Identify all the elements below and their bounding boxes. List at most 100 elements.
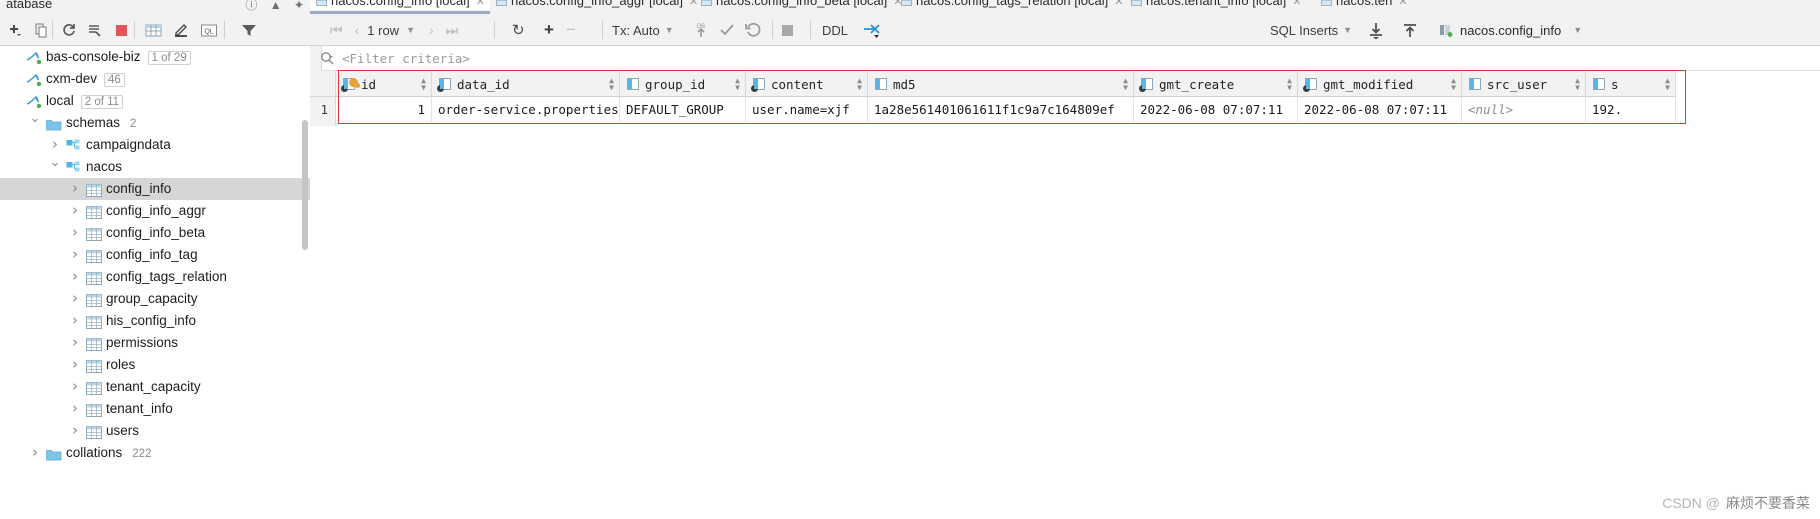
- sidebar-scrollbar[interactable]: [302, 120, 308, 250]
- download-icon[interactable]: [1366, 21, 1386, 39]
- chevron-down-icon[interactable]: ▼: [406, 25, 415, 35]
- close-icon[interactable]: ✕: [1398, 0, 1407, 8]
- row-number[interactable]: 1: [310, 97, 335, 122]
- tree-item-roles[interactable]: › roles: [0, 354, 310, 376]
- submit-to-db-icon[interactable]: DB: [692, 21, 710, 39]
- sort-arrows-icon[interactable]: ▲ ▼: [1123, 77, 1128, 92]
- chevron-right-icon[interactable]: ›: [68, 376, 82, 396]
- commit-icon[interactable]: [718, 21, 736, 39]
- editor-tab-3[interactable]: nacos.config_tags_relation [local] ✕: [895, 0, 1125, 10]
- tree-item-nacos[interactable]: ⌄ nacos: [0, 156, 310, 178]
- sort-arrows-icon[interactable]: ▲ ▼: [609, 77, 614, 92]
- cell-src_user[interactable]: <null>: [1462, 97, 1586, 122]
- column-header-src_user[interactable]: src_user ▲ ▼: [1462, 71, 1586, 97]
- column-header-content[interactable]: content ▲ ▼: [746, 71, 868, 97]
- tree-item-permissions[interactable]: › permissions: [0, 332, 310, 354]
- collapse-icon[interactable]: ▲: [270, 0, 282, 12]
- tree-item-tenant_capacity[interactable]: › tenant_capacity: [0, 376, 310, 398]
- column-header-gmt_modified[interactable]: gmt_modified ▲ ▼: [1298, 71, 1462, 97]
- chevron-right-icon[interactable]: ›: [68, 310, 82, 330]
- tree-item-local[interactable]: local 2 of 11: [0, 90, 310, 112]
- search-icon[interactable]: [320, 51, 334, 65]
- chevron-right-icon[interactable]: ›: [68, 332, 82, 352]
- filter-input[interactable]: <Filter criteria>: [342, 46, 470, 71]
- chevron-right-icon[interactable]: ›: [68, 354, 82, 374]
- close-icon[interactable]: ✕: [1114, 0, 1123, 8]
- sort-arrows-icon[interactable]: ▲ ▼: [1665, 77, 1670, 92]
- export-format-label[interactable]: SQL Inserts: [1270, 23, 1338, 38]
- filter-bar[interactable]: <Filter criteria>: [310, 46, 1820, 71]
- chevron-right-icon[interactable]: ›: [68, 288, 82, 308]
- chevron-right-icon[interactable]: ›: [48, 134, 62, 154]
- sync-settings-icon[interactable]: [84, 19, 106, 41]
- cell-data_id[interactable]: order-service.properties: [432, 97, 620, 122]
- column-header-md5[interactable]: md5 ▲ ▼: [868, 71, 1134, 97]
- chevron-right-icon[interactable]: ›: [68, 420, 82, 440]
- editor-tab-0[interactable]: nacos.config_info [local] ✕: [310, 0, 490, 10]
- tree-item-schemas[interactable]: ⌄ schemas 2: [0, 112, 310, 134]
- pin-icon[interactable]: ✦: [294, 0, 304, 12]
- sort-arrows-icon[interactable]: ▲ ▼: [1575, 77, 1580, 92]
- delete-row-button[interactable]: −: [560, 20, 582, 40]
- refresh-icon[interactable]: [58, 19, 80, 41]
- chevron-right-icon[interactable]: ›: [68, 178, 82, 198]
- modify-icon[interactable]: [170, 19, 192, 41]
- transaction-mode-label[interactable]: Tx: Auto: [612, 23, 660, 38]
- copy-icon[interactable]: [30, 19, 52, 41]
- cell-md5[interactable]: 1a28e561401061611f1c9a7c164809ef: [868, 97, 1134, 122]
- tree-item-config_info_aggr[interactable]: › config_info_aggr: [0, 200, 310, 222]
- tree-item-config_info_tag[interactable]: › config_info_tag: [0, 244, 310, 266]
- stop-icon[interactable]: [110, 19, 132, 41]
- tree-item-tenant_info[interactable]: › tenant_info: [0, 398, 310, 420]
- column-header-s[interactable]: s ▲ ▼: [1586, 71, 1676, 97]
- cell-content[interactable]: user.name=xjf: [746, 97, 868, 122]
- sort-arrows-icon[interactable]: ▲ ▼: [421, 77, 426, 92]
- cell-s[interactable]: 192.: [1586, 97, 1676, 122]
- editor-tab-4[interactable]: nacos.tenant_info [local] ✕: [1125, 0, 1315, 10]
- tree-item-config_tags_relation[interactable]: › config_tags_relation: [0, 266, 310, 288]
- page-size-label[interactable]: 1 row: [365, 23, 401, 38]
- cell-gmt_modified[interactable]: 2022-06-08 07:07:11: [1298, 97, 1462, 122]
- chevron-down-icon[interactable]: ▼: [665, 25, 674, 35]
- chevron-right-icon[interactable]: ›: [68, 200, 82, 220]
- rollback-icon[interactable]: [744, 21, 762, 39]
- table-row[interactable]: 1 order-service.properties DEFAULT_GROUP us…: [336, 97, 1676, 122]
- cell-id[interactable]: 1: [336, 97, 432, 122]
- database-tree[interactable]: bas-console-biz 1 of 29 cxm-dev 46 local 2 of…: [0, 46, 310, 519]
- sort-arrows-icon[interactable]: ▲ ▼: [735, 77, 740, 92]
- editor-tab-5[interactable]: nacos.ten ✕: [1315, 0, 1435, 10]
- chevron-down-icon[interactable]: ▼: [1573, 25, 1582, 35]
- cell-group_id[interactable]: DEFAULT_GROUP: [620, 97, 746, 122]
- jump-to-console-icon[interactable]: [862, 21, 882, 39]
- info-icon[interactable]: ⓘ: [245, 0, 257, 12]
- editor-tab-1[interactable]: nacos.config_info_aggr [local] ✕: [490, 0, 698, 10]
- tree-item-cxm-dev[interactable]: cxm-dev 46: [0, 68, 310, 90]
- tree-item-bas-console-biz[interactable]: bas-console-biz 1 of 29: [0, 46, 310, 68]
- reload-icon[interactable]: ↻: [506, 21, 531, 39]
- column-header-group_id[interactable]: group_id ▲ ▼: [620, 71, 746, 97]
- next-page-button[interactable]: ›: [423, 22, 440, 38]
- last-page-button[interactable]: ⏭: [440, 22, 465, 39]
- grid-header-row[interactable]: id ▲ ▼ data_id ▲ ▼ group_id ▲ ▼ content ▲ ▼ md5 ▲ ▼ gmt…: [336, 71, 1676, 97]
- upload-icon[interactable]: [1400, 21, 1420, 39]
- tree-item-his_config_info[interactable]: › his_config_info: [0, 310, 310, 332]
- sort-arrows-icon[interactable]: ▲ ▼: [1451, 77, 1456, 92]
- editor-tab-strip[interactable]: nacos.config_info [local] ✕ nacos.config_i…: [310, 0, 1820, 14]
- tree-item-group_capacity[interactable]: › group_capacity: [0, 288, 310, 310]
- sort-arrows-icon[interactable]: ▲ ▼: [1287, 77, 1292, 92]
- filter-icon[interactable]: [238, 19, 260, 41]
- add-row-button[interactable]: +: [538, 20, 560, 40]
- tree-item-collations[interactable]: › collations 222: [0, 442, 310, 464]
- sort-arrows-icon[interactable]: ▲ ▼: [857, 77, 862, 92]
- data-editor-icon[interactable]: [142, 19, 164, 41]
- close-icon[interactable]: ✕: [476, 0, 485, 8]
- tree-item-campaigndata[interactable]: › campaigndata: [0, 134, 310, 156]
- connection-label[interactable]: nacos.config_info: [1460, 23, 1561, 38]
- prev-page-button[interactable]: ‹: [349, 22, 366, 38]
- new-icon[interactable]: [4, 19, 26, 41]
- tree-item-users[interactable]: › users: [0, 420, 310, 442]
- chevron-down-icon[interactable]: ⌄: [28, 112, 42, 126]
- chevron-right-icon[interactable]: ›: [28, 442, 42, 462]
- chevron-right-icon[interactable]: ›: [68, 398, 82, 418]
- cell-gmt_create[interactable]: 2022-06-08 07:07:11: [1134, 97, 1298, 122]
